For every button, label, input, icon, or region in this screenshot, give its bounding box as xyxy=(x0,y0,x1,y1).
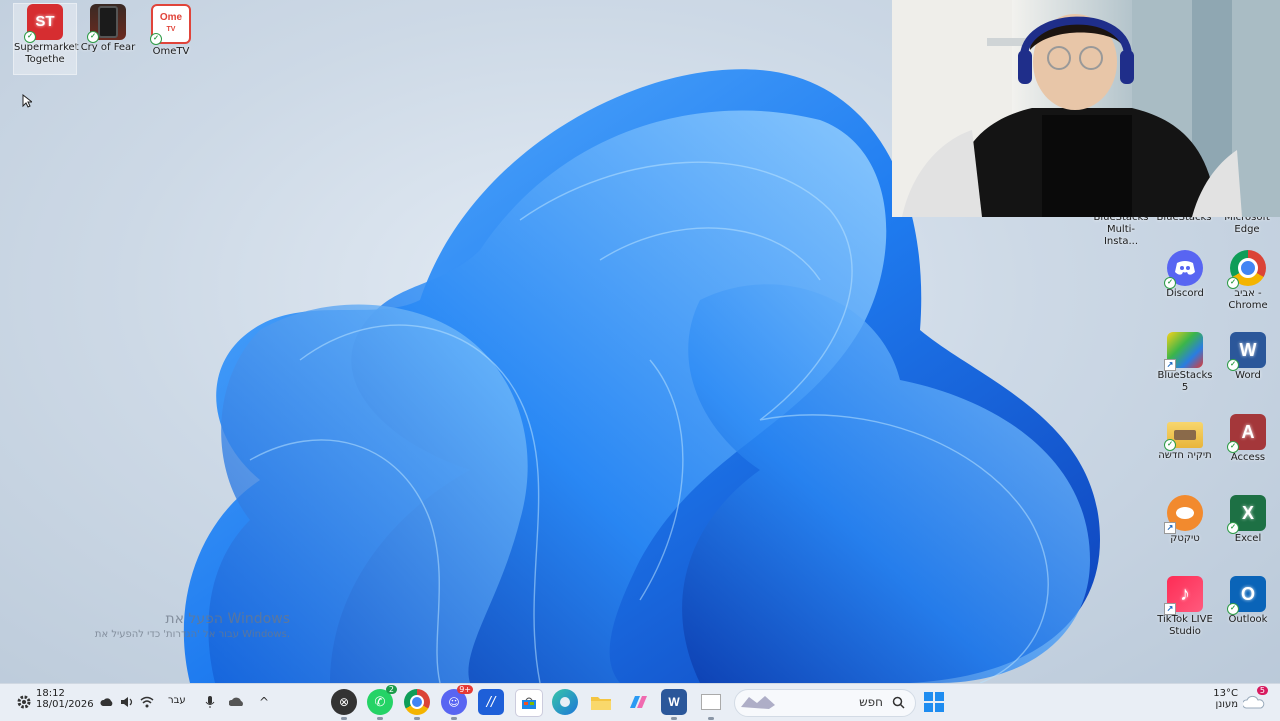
microphone-icon[interactable] xyxy=(202,690,218,714)
desktop-icon-label: תיקיה חדשה xyxy=(1158,450,1212,461)
desktop-icon-word[interactable]: W ✓ Word xyxy=(1217,332,1279,382)
desktop-icon-cry-of-fear[interactable]: ✓ Cry of Fear xyxy=(77,4,139,54)
sync-check-icon: ✓ xyxy=(1164,439,1176,451)
chrome-icon: ✓ xyxy=(1227,250,1266,289)
supermarket-together-icon: ST ✓ xyxy=(24,4,63,43)
sync-check-icon: ✓ xyxy=(1227,522,1239,534)
discord-badge: 9+ xyxy=(457,685,473,694)
cry-of-fear-icon: ✓ xyxy=(87,4,126,43)
desktop-icon-discord[interactable]: ✓ Discord xyxy=(1154,250,1216,300)
weather-widget[interactable]: 13°C מעונן xyxy=(1206,688,1238,710)
desktop-icon-label: אביב - Chrome xyxy=(1228,288,1268,311)
sync-check-icon: ✓ xyxy=(1227,277,1239,289)
taskbar: 18:12 18/01/2026 עבר ^ ⊗ ✆ 2 ☺ 9+ // W ח… xyxy=(0,683,1280,721)
discord-icon: ✓ xyxy=(1164,250,1203,289)
desktop-icon-tiktak[interactable]: ↗ טיקטק xyxy=(1154,495,1216,545)
desktop-icon-label: BlueStacks Multi-Insta... xyxy=(1093,212,1149,247)
desktop-icon-label: Word xyxy=(1235,370,1261,381)
windows-activation-watermark: הפעל את Windows עבור אל 'הגדרות' כדי להפ… xyxy=(60,611,290,640)
weather-description: מעונן xyxy=(1215,699,1238,710)
activation-subtitle: עבור אל 'הגדרות' כדי להפעיל את Windows. xyxy=(94,629,290,640)
onedrive-sync-icon[interactable] xyxy=(228,690,246,714)
search-highlight-image xyxy=(741,696,775,709)
desktop-icon-label: Excel xyxy=(1234,533,1262,544)
sync-check-icon: ✓ xyxy=(1227,359,1239,371)
sync-check-icon: ✓ xyxy=(87,31,99,43)
word-icon: W ✓ xyxy=(1227,332,1266,371)
search-icon xyxy=(892,696,905,709)
desktop-icon-access[interactable]: A ✓ Access xyxy=(1217,414,1279,464)
desktop-icon-supermarket-together[interactable]: ST ✓ Supermarket Togethe xyxy=(13,3,79,75)
desktop-icon-label: TikTok LIVE Studio xyxy=(1157,614,1213,637)
taskbar-edge-icon[interactable] xyxy=(552,689,578,715)
desktop-icon-tiktok-live-studio[interactable]: ♪ ↗ TikTok LIVE Studio xyxy=(1154,576,1216,638)
shortcut-arrow-icon: ↗ xyxy=(1164,603,1176,615)
taskbar-window-icon[interactable] xyxy=(698,689,724,720)
ometv-icon: Ome TV ✓ xyxy=(150,4,191,45)
sync-check-icon: ✓ xyxy=(1164,277,1176,289)
webcam-overlay xyxy=(892,0,1280,217)
desktop-icon-label: טיקטק xyxy=(1170,533,1200,544)
access-icon: A ✓ xyxy=(1227,414,1266,453)
taskbar-clock[interactable]: 18:12 18/01/2026 xyxy=(36,688,94,710)
bluestacks5-icon: ↗ xyxy=(1164,332,1203,371)
clock-time: 18:12 xyxy=(36,688,65,699)
desktop-icon-ometv[interactable]: Ome TV ✓ OmeTV xyxy=(140,4,202,58)
taskbar-copilot-icon[interactable] xyxy=(625,689,651,715)
wifi-icon[interactable] xyxy=(138,690,156,714)
weather-badge: 5 xyxy=(1256,686,1268,695)
sync-check-icon: ✓ xyxy=(1227,603,1239,615)
webcam-person-image xyxy=(892,0,1280,217)
weather-cloud-icon[interactable]: 5 xyxy=(1242,686,1268,714)
taskbar-store-icon[interactable] xyxy=(515,689,543,717)
desktop-icon-label: Access xyxy=(1230,452,1266,463)
shortcut-arrow-icon: ↗ xyxy=(1164,522,1176,534)
desktop-icon-chrome[interactable]: ✓ אביב - Chrome xyxy=(1217,250,1279,312)
desktop-icon-bluestacks5[interactable]: ↗ BlueStacks 5 xyxy=(1154,332,1216,394)
desktop-icon-new-folder[interactable]: ✓ תיקיה חדשה xyxy=(1154,414,1216,462)
sync-check-icon: ✓ xyxy=(150,33,162,45)
language-indicator[interactable]: עבר xyxy=(168,695,186,706)
folder-icon: ✓ xyxy=(1164,422,1203,451)
whatsapp-badge: 2 xyxy=(385,685,397,694)
desktop-icon-label: BlueStacks 5 xyxy=(1157,370,1213,393)
taskbar-word-icon[interactable]: W xyxy=(661,689,687,720)
activation-title: הפעל את Windows xyxy=(165,611,290,627)
excel-icon: X ✓ xyxy=(1227,495,1266,534)
taskbar-file-explorer-icon[interactable] xyxy=(588,689,614,715)
desktop-icon-outlook[interactable]: O ✓ Outlook xyxy=(1217,576,1279,626)
desktop-icon-label: Supermarket Togethe xyxy=(14,42,79,65)
desktop-icon-label: OmeTV xyxy=(152,46,190,57)
weather-temp: 13°C xyxy=(1213,688,1238,699)
show-hidden-icons-chevron-icon[interactable]: ^ xyxy=(256,690,272,714)
sync-check-icon: ✓ xyxy=(24,31,36,43)
clock-date: 18/01/2026 xyxy=(36,699,94,710)
windows-logo-icon xyxy=(924,692,944,712)
taskbar-discord-icon[interactable]: ☺ 9+ xyxy=(441,685,473,720)
taskbar-visual-studio-icon[interactable]: // xyxy=(478,689,504,715)
desktop-icon-label: Outlook xyxy=(1228,614,1268,625)
desktop-icon-excel[interactable]: X ✓ Excel xyxy=(1217,495,1279,545)
sync-check-icon: ✓ xyxy=(1227,441,1239,453)
desktop-icon-label: Cry of Fear xyxy=(80,42,136,53)
mouse-cursor-icon xyxy=(22,94,32,108)
desktop-icon-label: Discord xyxy=(1166,288,1204,299)
start-button[interactable] xyxy=(922,690,946,714)
taskbar-xbox-icon[interactable]: ⊗ xyxy=(331,689,357,720)
taskbar-whatsapp-icon[interactable]: ✆ 2 xyxy=(367,685,397,720)
shortcut-arrow-icon: ↗ xyxy=(1164,359,1176,371)
taskbar-settings-gear-icon[interactable] xyxy=(14,690,34,714)
outlook-icon: O ✓ xyxy=(1227,576,1266,615)
tiktak-icon: ↗ xyxy=(1164,495,1203,534)
taskbar-search-box[interactable]: חפש xyxy=(734,689,916,717)
tiktok-live-studio-icon: ♪ ↗ xyxy=(1164,576,1203,615)
desktop-icon-bluestacks-multi-instance[interactable]: BlueStacks Multi-Insta... xyxy=(1090,212,1152,248)
cloud-tray-icon[interactable] xyxy=(98,690,116,714)
volume-icon[interactable] xyxy=(118,690,136,714)
taskbar-chrome-icon[interactable] xyxy=(404,689,430,720)
search-placeholder: חפש xyxy=(859,695,883,709)
